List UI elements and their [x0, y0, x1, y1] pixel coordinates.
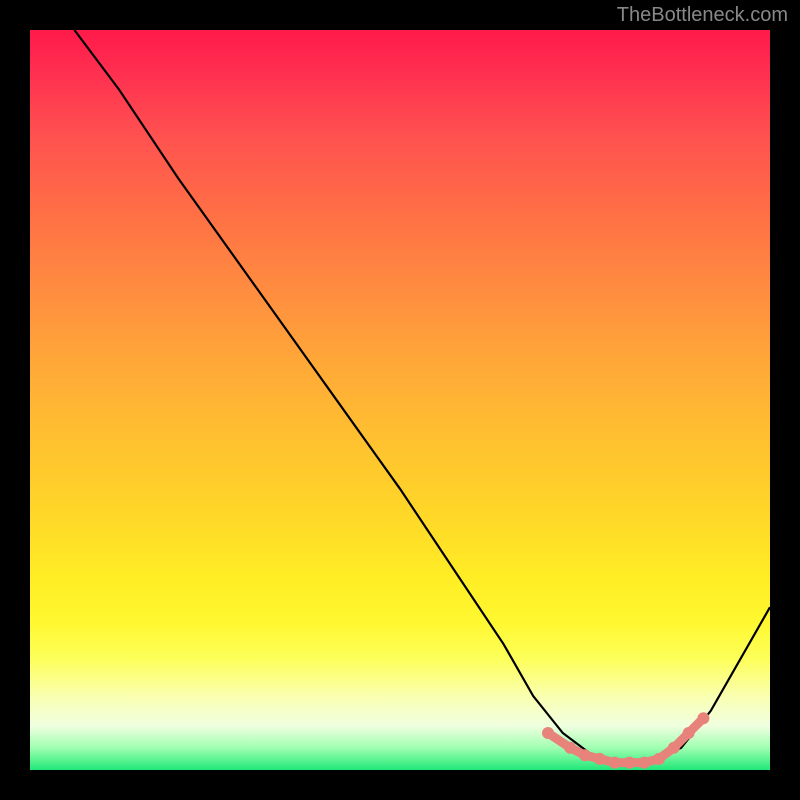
highlight-dot — [594, 753, 606, 765]
chart-svg — [30, 30, 770, 770]
highlight-dot — [668, 742, 680, 754]
highlight-dot — [638, 757, 650, 769]
highlight-dot — [683, 727, 695, 739]
highlight-dot — [542, 727, 554, 739]
bottleneck-curve-line — [74, 30, 770, 763]
highlight-dot — [564, 742, 576, 754]
highlight-dot — [623, 757, 635, 769]
highlight-dot — [609, 757, 621, 769]
attribution-label: TheBottleneck.com — [617, 4, 788, 27]
highlight-dot — [579, 749, 591, 761]
highlight-dot — [653, 753, 665, 765]
highlight-dot — [697, 712, 709, 724]
plot-area — [30, 30, 770, 770]
highlight-points — [542, 712, 709, 768]
